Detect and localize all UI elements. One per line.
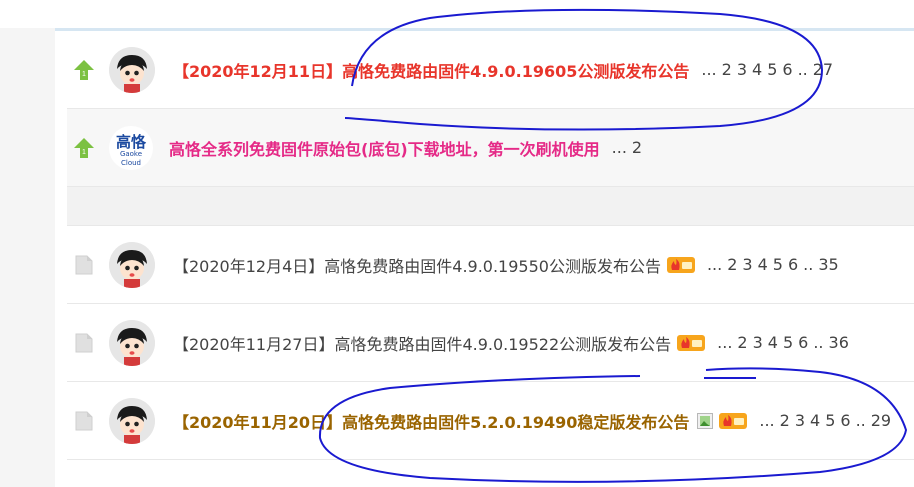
thread-title-link[interactable]: 高恪全系列免费固件原始包(底包)下载地址，第一次刷机使用 bbox=[169, 136, 600, 160]
thread-title-link[interactable]: 【2020年11月27日】高恪免费路由固件4.9.0.19522公测版发布公告 bbox=[173, 331, 671, 355]
thread-title-link[interactable]: 【2020年12月4日】高恪免费路由固件4.9.0.19550公测版发布公告 bbox=[173, 253, 661, 277]
page-ellipsis: .. bbox=[797, 60, 808, 79]
avatar[interactable] bbox=[109, 241, 155, 288]
logo-subtext: Gaoke Cloud bbox=[119, 149, 143, 167]
thread-row: 【2020年11月27日】高恪免费路由固件4.9.0.19522公测版发布公告 … bbox=[67, 304, 914, 382]
document-icon bbox=[75, 411, 93, 430]
thread-row: 1 高恪 Gaoke Cloud 高恪全系列免费固件原始包(底包)下载地址，第一… bbox=[67, 109, 914, 187]
page-link[interactable]: 4 bbox=[752, 60, 762, 79]
pinned-up-arrow-icon: 1 bbox=[74, 137, 94, 158]
thread-title-group: 高恪全系列免费固件原始包(底包)下载地址，第一次刷机使用 ... 2 bbox=[169, 136, 914, 160]
page-link[interactable]: 2 bbox=[722, 60, 732, 79]
page-ellipsis: .. bbox=[803, 255, 814, 274]
page-link[interactable]: 3 bbox=[742, 255, 752, 274]
pinned-up-arrow-icon: 1 bbox=[74, 59, 94, 80]
hot-fire-icon bbox=[677, 334, 706, 351]
page-link[interactable]: 3 bbox=[753, 333, 763, 352]
document-icon bbox=[75, 255, 93, 274]
page-link[interactable]: 5 bbox=[767, 60, 777, 79]
pagination: ... 2 3 4 5 6.. 29 bbox=[759, 411, 896, 430]
hot-fire-icon bbox=[719, 412, 748, 429]
pagination: ... 2 3 4 5 6.. 35 bbox=[707, 255, 844, 274]
thread-title-group: 【2020年12月11日】高恪免费路由固件4.9.0.19605公测版发布公告 … bbox=[173, 58, 914, 82]
page-link[interactable]: 5 bbox=[773, 255, 783, 274]
svg-text:1: 1 bbox=[82, 71, 86, 78]
page-link-last[interactable]: 36 bbox=[829, 333, 849, 352]
image-attachment-icon bbox=[697, 412, 714, 429]
avatar[interactable] bbox=[109, 397, 155, 444]
page-link-last[interactable]: 2 bbox=[632, 138, 642, 157]
page-ellipsis: .. bbox=[813, 333, 824, 352]
page-ellipsis: ... bbox=[706, 255, 723, 274]
page-ellipsis: ... bbox=[717, 333, 733, 352]
thread-title-group: 【2020年11月27日】高恪免费路由固件4.9.0.19522公测版发布公告 … bbox=[173, 331, 914, 355]
thread-list: 1 【2020年12月11日】高恪免费路由固件4.9.0.19605公测版发布公… bbox=[67, 31, 914, 460]
logo-text: 高恪 bbox=[115, 132, 146, 151]
svg-text:1: 1 bbox=[82, 149, 86, 156]
page-link[interactable]: 6 bbox=[788, 255, 798, 274]
thread-title-link[interactable]: 【2020年11月20日】高恪免费路由固件5.2.0.19490稳定版发布公告 bbox=[173, 409, 689, 433]
page-ellipsis: ... bbox=[611, 138, 627, 157]
avatar[interactable] bbox=[109, 46, 155, 93]
gaoke-logo-avatar[interactable]: 高恪 Gaoke Cloud bbox=[109, 125, 153, 170]
page-link[interactable]: 5 bbox=[825, 411, 835, 430]
section-separator bbox=[67, 187, 914, 226]
page-link[interactable]: 4 bbox=[758, 255, 768, 274]
page-link[interactable]: 2 bbox=[737, 333, 747, 352]
avatar[interactable] bbox=[109, 319, 155, 366]
page-link[interactable]: 6 bbox=[840, 411, 850, 430]
page-link[interactable]: 6 bbox=[782, 60, 792, 79]
thread-title-link[interactable]: 【2020年12月11日】高恪免费路由固件4.9.0.19605公测版发布公告 bbox=[173, 58, 689, 82]
page-link[interactable]: 3 bbox=[795, 411, 805, 430]
page-link[interactable]: 5 bbox=[783, 333, 793, 352]
page-ellipsis: ... bbox=[759, 411, 775, 430]
page-ellipsis: ... bbox=[701, 60, 717, 79]
thread-title-group: 【2020年11月20日】高恪免费路由固件5.2.0.19490稳定版发布公告 … bbox=[173, 409, 914, 433]
page-link[interactable]: 3 bbox=[737, 60, 747, 79]
left-sidebar-strip bbox=[0, 28, 55, 487]
thread-row: 【2020年11月20日】高恪免费路由固件5.2.0.19490稳定版发布公告 … bbox=[67, 382, 914, 460]
page-link-last[interactable]: 29 bbox=[871, 411, 891, 430]
thread-row: 1 【2020年12月11日】高恪免费路由固件4.9.0.19605公测版发布公… bbox=[67, 31, 914, 109]
page-ellipsis: .. bbox=[855, 411, 866, 430]
page-link-last[interactable]: 35 bbox=[818, 255, 838, 274]
page-link[interactable]: 4 bbox=[810, 411, 820, 430]
page-link[interactable]: 4 bbox=[768, 333, 778, 352]
page-link[interactable]: 6 bbox=[798, 333, 808, 352]
thread-title-group: 【2020年12月4日】高恪免费路由固件4.9.0.19550公测版发布公告 .… bbox=[173, 253, 914, 277]
page-link[interactable]: 2 bbox=[727, 255, 737, 274]
document-icon bbox=[75, 333, 93, 352]
hot-fire-icon bbox=[666, 256, 695, 273]
thread-row: 【2020年12月4日】高恪免费路由固件4.9.0.19550公测版发布公告 .… bbox=[67, 226, 914, 304]
page-link[interactable]: 2 bbox=[780, 411, 790, 430]
page-link-last[interactable]: 27 bbox=[813, 60, 833, 79]
pagination: ... 2 bbox=[612, 138, 647, 157]
pagination: ... 2 3 4 5 6.. 36 bbox=[717, 333, 854, 352]
pagination: ... 2 3 4 5 6.. 27 bbox=[701, 60, 838, 79]
